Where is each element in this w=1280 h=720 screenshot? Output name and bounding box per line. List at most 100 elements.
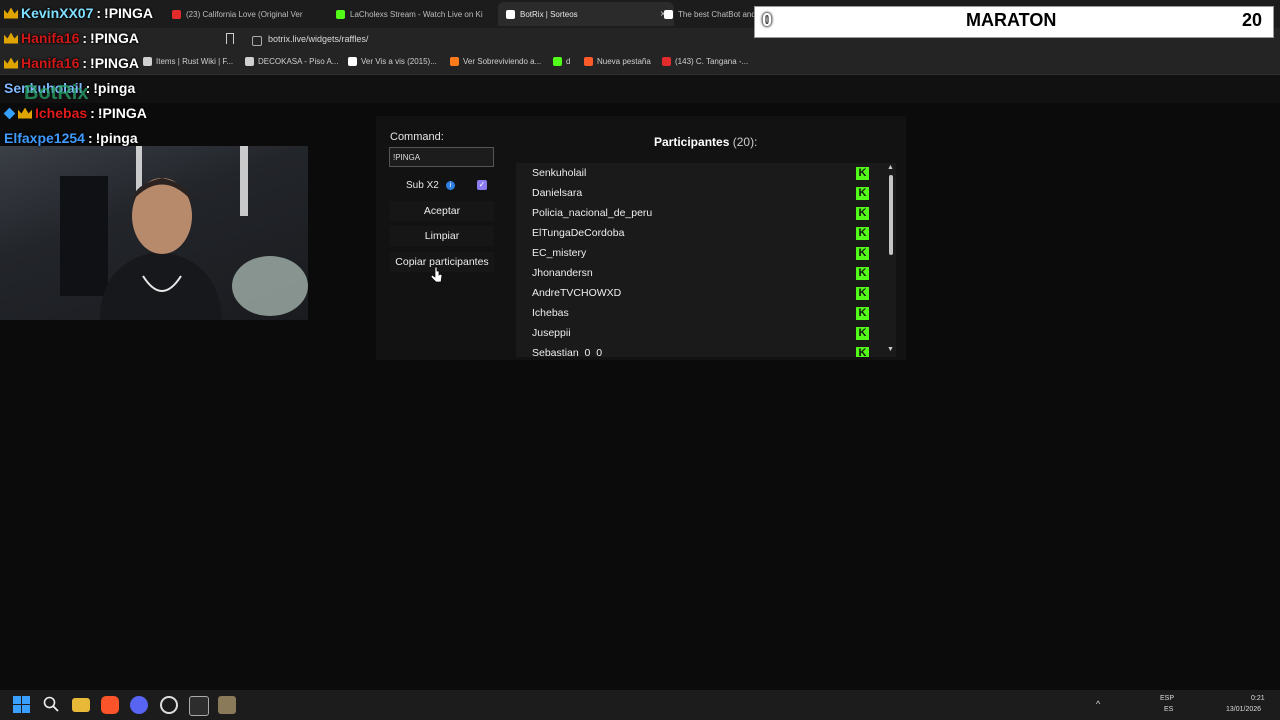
bookmark-label: Ver Vis a vis (2015)... [361,57,437,66]
participant-name: Danielsara [532,187,583,199]
chat-message: Hanifa16: !PINGA [4,30,139,46]
kick-badge-icon: K [856,287,869,300]
clear-button[interactable]: Limpiar [390,226,494,246]
tab-favicon-icon [664,9,673,19]
kick-badge-icon: K [856,187,869,200]
bookmark-item[interactable]: Nueva pestaña [584,57,651,66]
crown-badge-icon [18,107,32,119]
participants-heading: Participantes (20): [654,135,757,149]
chat-username: Hanifa16 [21,55,80,71]
crown-badge-icon [4,57,18,69]
terminal-icon[interactable] [189,696,209,716]
chat-text: !PINGA [90,30,140,46]
sub-x2-checkbox[interactable]: ✓ [477,180,487,190]
tab-label: LaCholexs Stream - Watch Live on Ki [350,9,483,19]
brave-browser-icon[interactable] [101,696,119,714]
bookmark-item[interactable]: (143) C. Tangana -... [662,57,748,66]
chat-text: !pinga [95,130,138,146]
tab-favicon-icon [172,9,181,19]
list-scrollbar[interactable] [889,175,893,255]
bookmark-favicon-icon [553,57,562,66]
kick-badge-icon: K [856,307,869,320]
botrix-watermark: BotRix [24,82,89,104]
url-field[interactable]: botrix.live/widgets/raffles/ [268,34,368,44]
streamer-silhouette [60,146,308,320]
package-icon[interactable] [218,696,236,714]
crown-badge-icon [4,7,18,19]
tab-favicon-icon [506,9,515,19]
bookmark-favicon-icon [584,57,593,66]
counter-right-value: 20 [1242,10,1263,30]
discord-icon[interactable] [130,696,148,714]
tab-2[interactable]: LaCholexs Stream - Watch Live on Ki [336,4,486,24]
participants-title: Participantes [654,135,730,149]
participant-name: Ichebas [532,307,569,319]
bookmark-label: (143) C. Tangana -... [675,57,749,66]
bookmark-favicon-icon [662,57,671,66]
kick-badge-icon: K [856,327,869,340]
chat-message: Hanifa16: !PINGA [4,55,139,71]
language-bottom[interactable]: ES [1164,706,1173,713]
info-icon[interactable]: i [446,181,455,190]
bookmark-icon[interactable] [226,33,234,44]
scroll-up-icon[interactable]: ▲ [887,164,894,171]
counter-left-value: 0 [762,10,773,30]
tray-expand-icon[interactable]: ^ [1096,699,1100,709]
bookmark-item[interactable]: DECOKASA - Piso A... [245,57,338,66]
bookmark-label: d [566,57,571,66]
file-explorer-icon[interactable] [72,698,90,712]
language-top[interactable]: ESP [1160,695,1174,702]
command-input[interactable] [389,147,494,167]
bookmark-label: Items | Rust Wiki | F... [156,57,234,66]
chat-username: Ichebas [35,105,88,121]
chat-username: Hanifa16 [21,30,80,46]
tab-3[interactable]: BotRix | Sorteos× [498,2,674,26]
tab-1[interactable]: (23) California Love (Original Ver [172,4,322,24]
participants-list[interactable]: Senkuholail K Danielsara K Policia_nacional_… [516,163,896,357]
chat-username: KevinXX07 [21,5,94,21]
accept-button[interactable]: Aceptar [390,201,494,221]
bookmark-label: Ver Sobreviviendo a... [463,57,542,66]
clock-date[interactable]: 13/01/2026 [1226,706,1261,713]
tab-favicon-icon [336,9,345,19]
participant-name: ElTungaDeCordoba [532,227,625,239]
participants-count: (20): [732,135,758,149]
search-icon[interactable] [43,696,59,712]
chat-message: Ichebas: !PINGA [3,105,147,121]
chat-text: !PINGA [104,5,154,21]
chat-separator: : [90,105,95,121]
counter-title: MARATON [966,10,1057,30]
chat-message: KevinXX07: !PINGA [4,5,153,21]
crown-badge-icon [4,32,18,44]
kick-badge-icon: K [856,247,869,260]
obs-icon[interactable] [160,696,178,714]
chat-text: !pinga [93,80,136,96]
chat-username: Elfaxpe1254 [4,130,85,146]
windows-start-icon[interactable] [13,696,30,713]
chat-separator: : [82,55,88,71]
site-settings-icon[interactable] [252,36,262,46]
tab-label: (23) California Love (Original Ver [186,9,303,19]
chat-message: Elfaxpe1254: !pinga [4,130,138,146]
participant-name: Policia_nacional_de_peru [532,207,653,219]
kick-badge-icon: K [856,227,869,240]
bookmark-label: Nueva pestaña [597,57,651,66]
clock-time[interactable]: 0:21 [1251,695,1265,702]
bookmark-item[interactable]: Items | Rust Wiki | F... [143,57,233,66]
command-label: Command: [390,131,444,143]
webcam-feed [0,146,308,320]
kick-badge-icon: K [856,207,869,220]
participant-name: Sebastian_0_0 [532,347,603,357]
bookmark-item[interactable]: d [553,57,570,66]
scroll-down-icon[interactable]: ▼ [887,346,894,353]
participant-name: Senkuholail [532,167,587,179]
chat-separator: : [87,130,93,146]
bookmark-item[interactable]: Ver Vis a vis (2015)... [348,57,437,66]
chat-separator: : [82,30,88,46]
bookmark-item[interactable]: Ver Sobreviviendo a... [450,57,541,66]
bookmark-favicon-icon [450,57,459,66]
participant-name: Juseppii [532,327,571,339]
participant-name: AndreTVCHOWXD [532,287,622,299]
page-header-band [0,75,1280,103]
bookmark-label: DECOKASA - Piso A... [258,57,339,66]
